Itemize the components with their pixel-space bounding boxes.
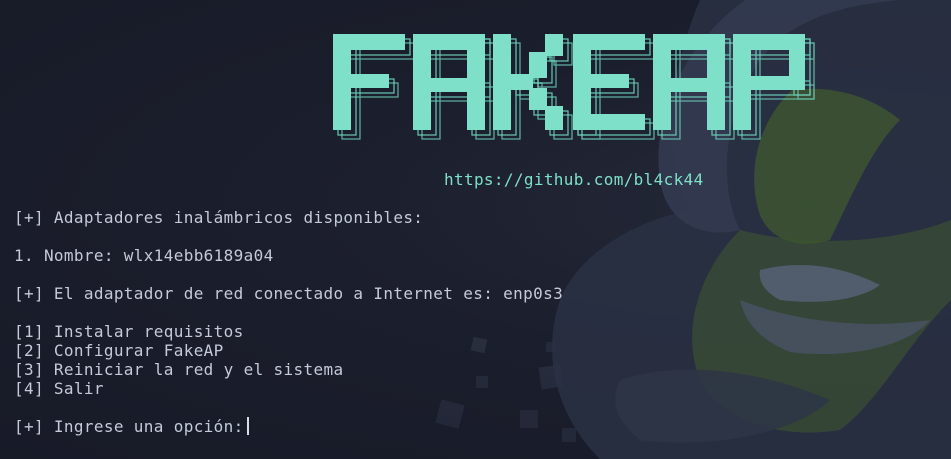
terminal-window[interactable]: https://github.com/bl4ck44 [+] Adaptador… [0, 0, 951, 459]
menu-option-configure: [2] Configurar FakeAP [14, 341, 224, 360]
text-cursor [246, 417, 249, 435]
adapter-list-item: 1. Nombre: wlx14ebb6189a04 [14, 246, 274, 265]
internet-adapter-line: [+] El adaptador de red conectado a Inte… [14, 284, 564, 303]
github-url[interactable]: https://github.com/bl4ck44 [444, 170, 704, 189]
option-prompt-text: [+] Ingrese una opción: [14, 417, 244, 436]
menu-option-restart: [3] Reiniciar la red y el sistema [14, 360, 344, 379]
fakeap-ascii-banner [333, 34, 815, 140]
menu-option-exit: [4] Salir [14, 379, 104, 398]
option-prompt[interactable]: [+] Ingrese una opción: [14, 417, 249, 436]
adapters-header: [+] Adaptadores inalámbricos disponibles… [14, 208, 424, 227]
menu-option-install: [1] Instalar requisitos [14, 322, 244, 341]
